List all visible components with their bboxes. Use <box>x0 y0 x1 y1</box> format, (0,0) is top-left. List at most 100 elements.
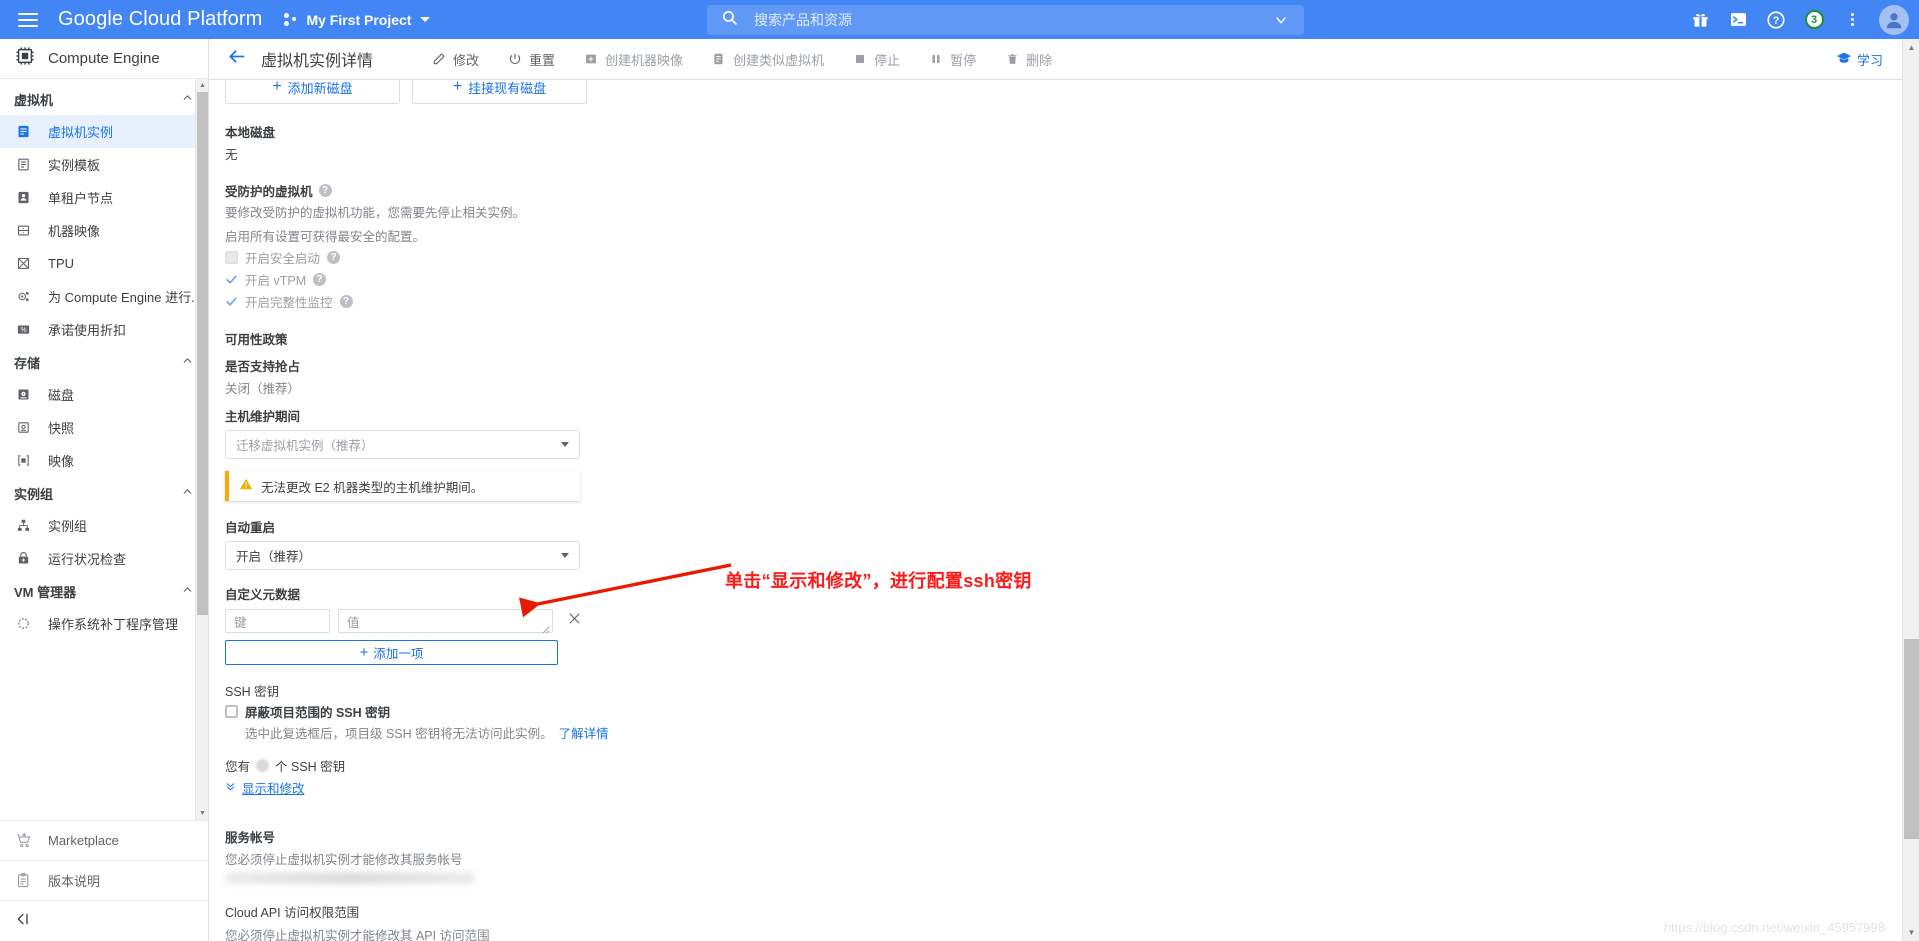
chevron-down-icon <box>561 442 569 447</box>
back-arrow-icon[interactable] <box>225 46 247 73</box>
more-options-icon[interactable] <box>1835 3 1869 37</box>
search-input[interactable] <box>754 12 1184 28</box>
sidebar-item-label: 为 Compute Engine 进行... <box>48 290 202 305</box>
sidebar-item-label: 机器映像 <box>48 224 101 239</box>
sidebar-item-machine-images[interactable]: 机器映像 <box>0 214 208 247</box>
sidebar-item-release-notes[interactable]: 版本说明 <box>0 861 208 901</box>
vtpm-checkbox-row[interactable]: 开启 vTPM ? <box>225 270 1919 289</box>
cloud-shell-icon[interactable] <box>1721 3 1755 37</box>
sidebar-item-label: 快照 <box>48 421 75 436</box>
create-similar-vm-button[interactable]: 创建类似虚拟机 <box>697 39 838 80</box>
nav-section-storage[interactable]: 存储 <box>0 346 208 378</box>
scroll-down-arrow-icon[interactable]: ▼ <box>1903 924 1919 941</box>
shielded-vm-section: 受防护的虚拟机 ? 要修改受防护的虚拟机功能，您需要先停止相关实例。 启用所有设… <box>225 181 1919 311</box>
help-icon[interactable]: ? <box>1759 3 1793 37</box>
sidebar-item-images[interactable]: 映像 <box>0 444 208 477</box>
collapse-sidebar-button[interactable] <box>0 901 208 941</box>
metadata-key-input[interactable]: 键 <box>225 609 330 633</box>
maintenance-warning-banner: 无法更改 E2 机器类型的主机维护期间。 <box>225 471 580 501</box>
sidebar-item-instance-templates[interactable]: 实例模板 <box>0 148 208 181</box>
add-new-disk-button[interactable]: + 添加新磁盘 <box>225 80 400 104</box>
hamburger-menu-icon[interactable] <box>18 9 40 31</box>
sidebar-item-label: 实例组 <box>48 519 88 534</box>
nav-section-label: 实例组 <box>14 486 54 502</box>
global-search-bar[interactable] <box>707 5 1304 35</box>
sidebar-item-disks[interactable]: 磁盘 <box>0 378 208 411</box>
sidebar-item-migrate-for-compute-engine[interactable]: 为 Compute Engine 进行... <box>0 280 208 313</box>
marketplace-icon <box>14 832 32 850</box>
sidebar-item-marketplace[interactable]: Marketplace <box>0 821 208 861</box>
notifications-icon[interactable]: 3 <box>1797 3 1831 37</box>
chevron-up-icon <box>181 91 194 107</box>
integrity-monitoring-checkbox[interactable] <box>225 295 238 308</box>
scroll-up-arrow-icon[interactable]: ▲ <box>1903 39 1919 56</box>
page-scroll-thumb[interactable] <box>1904 639 1919 839</box>
sidebar-item-snapshots[interactable]: 快照 <box>0 411 208 444</box>
sidebar-item-instance-groups[interactable]: 实例组 <box>0 509 208 542</box>
pause-button[interactable]: 暂停 <box>914 39 990 80</box>
attach-existing-disk-button[interactable]: + 挂接现有磁盘 <box>412 80 587 104</box>
sidebar-item-health-checks[interactable]: 运行状况检查 <box>0 542 208 575</box>
service-account-note: 您必须停止虚拟机实例才能修改其服务帐号 <box>225 853 463 867</box>
block-ssh-note-row: 选中此复选框后，项目级 SSH 密钥将无法访问此实例。 了解详情 <box>245 723 1919 742</box>
sidebar-item-label: 运行状况检查 <box>48 552 127 567</box>
nav-section-vm[interactable]: 虚拟机 <box>0 83 208 115</box>
help-circle-icon[interactable]: ? <box>318 184 332 197</box>
chevron-up-icon <box>181 485 194 501</box>
maintenance-select[interactable]: 迁移虚拟机实例（推荐） <box>225 430 580 459</box>
vtpm-checkbox[interactable] <box>225 273 238 286</box>
vm-instance-icon <box>14 123 32 141</box>
ssh-keys-title: SSH 密钥 <box>225 685 280 699</box>
learn-more-link[interactable]: 了解详情 <box>559 723 609 742</box>
service-account-title: 服务帐号 <box>225 831 276 845</box>
add-metadata-item-button[interactable]: + 添加一项 <box>225 640 558 665</box>
scroll-up-arrow-icon[interactable]: ▲ <box>196 79 208 92</box>
integrity-monitoring-checkbox-row[interactable]: 开启完整性监控 ? <box>225 292 1919 311</box>
nav-section-instance-groups[interactable]: 实例组 <box>0 477 208 509</box>
sidebar-scrollbar[interactable]: ▲ ▼ <box>195 79 208 820</box>
reset-button[interactable]: 重置 <box>493 39 569 80</box>
sidebar-item-vm-instances[interactable]: 虚拟机实例 <box>0 115 208 148</box>
search-dropdown-button[interactable] <box>1258 5 1304 35</box>
os-patch-icon <box>14 615 32 633</box>
collapse-panel-icon <box>14 911 32 932</box>
sidebar-product-header: Compute Engine <box>0 39 208 79</box>
trash-icon <box>1004 51 1020 67</box>
project-selector[interactable]: My First Project <box>284 12 431 28</box>
resize-grip-icon[interactable] <box>542 623 550 634</box>
sidebar-item-sole-tenant-nodes[interactable]: 单租户节点 <box>0 181 208 214</box>
edit-button[interactable]: 修改 <box>417 39 493 80</box>
chevron-up-icon <box>181 354 194 370</box>
nav-section-vm-manager[interactable]: VM 管理器 <box>0 575 208 607</box>
secure-boot-checkbox-row[interactable]: 开启安全启动 ? <box>225 248 1919 267</box>
sidebar-scroll-thumb[interactable] <box>197 92 208 615</box>
sidebar-item-label: 映像 <box>48 454 75 469</box>
plus-icon: + <box>452 80 463 95</box>
secure-boot-checkbox[interactable] <box>225 251 238 264</box>
ssh-keys-section: SSH 密钥 屏蔽项目范围的 SSH 密钥 选中此复选框后，项目级 SSH 密钥… <box>225 681 1919 797</box>
block-project-ssh-keys-checkbox[interactable] <box>225 705 238 718</box>
nav-section-label: 虚拟机 <box>14 92 54 108</box>
help-circle-icon[interactable]: ? <box>313 273 327 286</box>
details-form-scroll: + 添加新磁盘 + 挂接现有磁盘 本地磁盘 无 受防护的虚拟机 ? 要修改受防护… <box>209 80 1919 941</box>
custom-metadata-title: 自定义元数据 <box>225 588 301 602</box>
pencil-icon <box>431 51 447 67</box>
stop-button[interactable]: 停止 <box>838 39 914 80</box>
show-and-modify-link[interactable]: 显示和修改 <box>225 778 1919 797</box>
sidebar-item-os-patch-management[interactable]: 操作系统补丁程序管理 <box>0 607 208 640</box>
delete-button[interactable]: 删除 <box>990 39 1066 80</box>
gift-icon[interactable] <box>1683 3 1717 37</box>
ssh-key-count-redacted <box>256 759 270 772</box>
maintenance-select-value: 迁移虚拟机实例（推荐） <box>236 439 374 453</box>
create-machine-image-button[interactable]: 创建机器映像 <box>569 39 697 80</box>
sidebar-item-tpu[interactable]: TPU <box>0 247 208 280</box>
help-circle-icon[interactable]: ? <box>339 295 353 308</box>
block-project-ssh-keys-row[interactable]: 屏蔽项目范围的 SSH 密钥 <box>225 702 1919 721</box>
sidebar-item-committed-use-discounts[interactable]: % 承诺使用折扣 <box>0 313 208 346</box>
account-avatar[interactable] <box>1879 4 1909 35</box>
page-scrollbar[interactable]: ▲ ▼ <box>1902 39 1919 941</box>
sidebar-bottom-links: Marketplace 版本说明 <box>0 820 208 941</box>
learn-button[interactable]: 学习 <box>1836 50 1883 69</box>
help-circle-icon[interactable]: ? <box>327 251 341 264</box>
scroll-down-arrow-icon[interactable]: ▼ <box>196 807 208 820</box>
